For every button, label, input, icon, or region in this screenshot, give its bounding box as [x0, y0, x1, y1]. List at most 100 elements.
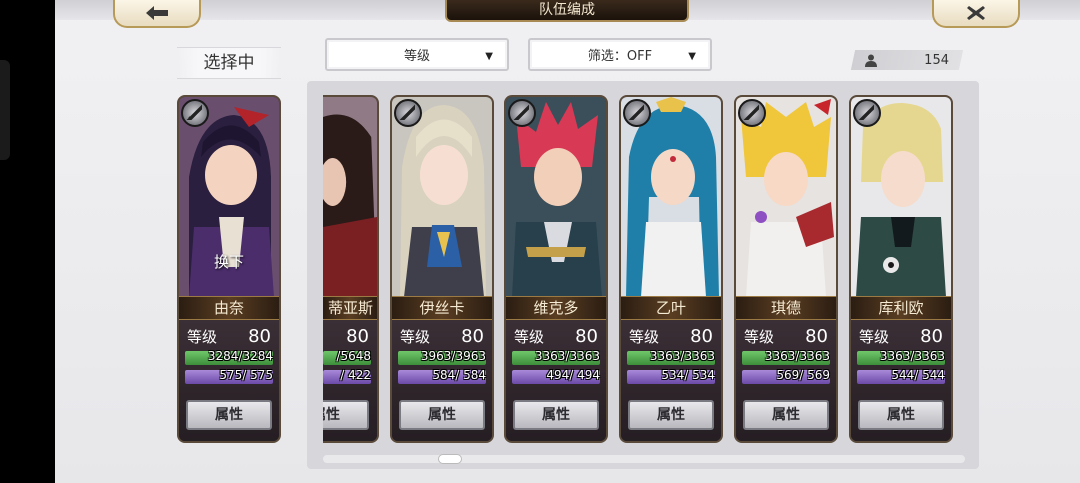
- character-portrait: [736, 97, 836, 297]
- hp-bar: 3363/3363: [512, 349, 600, 365]
- hp-value: 3363/3363: [534, 349, 600, 363]
- arrow-left-icon: [146, 6, 168, 20]
- mp-value: 575/ 575: [219, 368, 273, 382]
- level-row: 等级 80: [629, 326, 713, 348]
- device-edge: [0, 60, 10, 160]
- sword-class-icon: [853, 99, 881, 127]
- hp-value: 3363/3363: [649, 349, 715, 363]
- character-stats: 等级 80 3363/3363 494/ 494 属性: [506, 320, 606, 441]
- character-portrait: [621, 97, 721, 297]
- level-row: 等级 80: [859, 326, 943, 348]
- level-value: 80: [461, 326, 484, 347]
- filter-dropdown-value: 筛选：OFF: [587, 49, 653, 64]
- roster-character-card[interactable]: 维克多 等级 80 3363/3363 494/ 494 属性: [504, 95, 608, 443]
- sort-dropdown-value: 等级: [403, 49, 430, 64]
- mp-bar: 544/ 544: [857, 368, 945, 384]
- back-button[interactable]: [113, 0, 201, 28]
- level-label: 等级: [629, 328, 660, 346]
- level-value: 80: [805, 326, 828, 347]
- level-label: 等级: [514, 328, 545, 346]
- character-stats: 等级 80 3363/3363 544/ 544 属性: [851, 320, 951, 441]
- filter-dropdown[interactable]: 筛选：OFF ▼: [528, 38, 712, 71]
- roster-character-card[interactable]: 库利欧 等级 80 3363/3363 544/ 544 属性: [849, 95, 953, 443]
- level-value: 80: [920, 326, 943, 347]
- hp-value: 3363/3363: [879, 349, 945, 363]
- attributes-button[interactable]: 属性: [628, 400, 714, 430]
- hp-bar: 3363/3363: [627, 349, 715, 365]
- character-stats: 等级 80 3963/3963 584/ 584 属性: [392, 320, 492, 441]
- close-button[interactable]: [932, 0, 1020, 28]
- mp-bar: 584/ 584: [398, 368, 486, 384]
- hp-value: 3363/3363: [764, 349, 830, 363]
- character-stats: 等级 80 3284/3284 575/ 575 属性: [179, 320, 279, 441]
- level-row: 等级 80: [187, 326, 271, 348]
- hp-value: 3963/3963: [420, 349, 486, 363]
- sword-class-icon: [738, 99, 766, 127]
- character-stats: 等级 80 3363/3363 569/ 569 属性: [736, 320, 836, 441]
- sword-class-icon: [394, 99, 422, 127]
- character-name: 库利欧: [851, 296, 951, 320]
- caret-down-icon: ▼: [688, 51, 696, 62]
- level-value: 80: [346, 326, 369, 347]
- roster-character-card[interactable]: 伊丝卡 等级 80 3963/3963 584/ 584 属性: [390, 95, 494, 443]
- mp-bar: 575/ 575: [185, 368, 273, 384]
- level-label: 等级: [859, 328, 890, 346]
- close-x-icon: [967, 6, 985, 20]
- attributes-button[interactable]: 属性: [743, 400, 829, 430]
- mp-value: 569/ 569: [776, 368, 830, 382]
- roster-character-card[interactable]: 蒂亚斯 80 /5648 / 422 属性: [323, 95, 379, 443]
- mp-value: 584/ 584: [432, 368, 486, 382]
- character-stats: 等级 80 3363/3363 534/ 534 属性: [621, 320, 721, 441]
- sort-dropdown[interactable]: 等级 ▼: [325, 38, 509, 71]
- level-label: 等级: [744, 328, 775, 346]
- character-portrait: [323, 97, 377, 297]
- level-row: 等级 80: [514, 326, 598, 348]
- hp-bar: 3363/3363: [742, 349, 830, 365]
- character-name: 伊丝卡: [392, 296, 492, 320]
- swap-out-label[interactable]: 换下: [179, 247, 279, 277]
- mp-value: / 422: [340, 368, 371, 382]
- selected-character-card[interactable]: 换下 由奈 等级 80 3284/3284 575/ 575 属性: [177, 95, 281, 443]
- hp-bar: /5648: [323, 349, 371, 365]
- hp-bar: 3363/3363: [857, 349, 945, 365]
- roster-count-value: 154: [924, 52, 949, 68]
- hp-value: /5648: [336, 349, 371, 363]
- selected-section-label: 选择中: [177, 47, 281, 79]
- sword-class-icon: [508, 99, 536, 127]
- character-portrait: [851, 97, 951, 297]
- horizontal-scrollbar[interactable]: [323, 455, 965, 463]
- mp-value: 494/ 494: [546, 368, 600, 382]
- character-name: 由奈: [179, 296, 279, 320]
- caret-down-icon: ▼: [485, 51, 493, 62]
- sword-class-icon: [623, 99, 651, 127]
- mp-value: 544/ 544: [891, 368, 945, 382]
- attributes-button[interactable]: 属性: [858, 400, 944, 430]
- roster-character-card[interactable]: 琪德 等级 80 3363/3363 569/ 569 属性: [734, 95, 838, 443]
- level-label: 等级: [400, 328, 431, 346]
- attributes-button[interactable]: 属性: [513, 400, 599, 430]
- mp-bar: 569/ 569: [742, 368, 830, 384]
- scrollbar-thumb[interactable]: [438, 454, 462, 464]
- character-portrait: [392, 97, 492, 297]
- hp-bar: 3963/3963: [398, 349, 486, 365]
- roster-count: 154: [853, 50, 961, 70]
- attributes-button[interactable]: 属性: [399, 400, 485, 430]
- hp-bar: 3284/3284: [185, 349, 273, 365]
- mp-bar: / 422: [323, 368, 371, 384]
- mp-value: 534/ 534: [661, 368, 715, 382]
- character-portrait: [506, 97, 606, 297]
- attributes-button[interactable]: 属性: [323, 400, 369, 430]
- level-value: 80: [690, 326, 713, 347]
- character-name: 乙叶: [621, 296, 721, 320]
- roster-character-card[interactable]: 乙叶 等级 80 3363/3363 534/ 534 属性: [619, 95, 723, 443]
- character-name: 维克多: [506, 296, 606, 320]
- attributes-button[interactable]: 属性: [186, 400, 272, 430]
- character-name: 蒂亚斯: [323, 296, 377, 320]
- sword-class-icon: [181, 99, 209, 127]
- level-label: 等级: [187, 328, 218, 346]
- mp-bar: 534/ 534: [627, 368, 715, 384]
- hp-value: 3284/3284: [207, 349, 273, 363]
- page-title: 队伍编成: [445, 0, 689, 22]
- level-row: 等级 80: [400, 326, 484, 348]
- level-row: 等级 80: [744, 326, 828, 348]
